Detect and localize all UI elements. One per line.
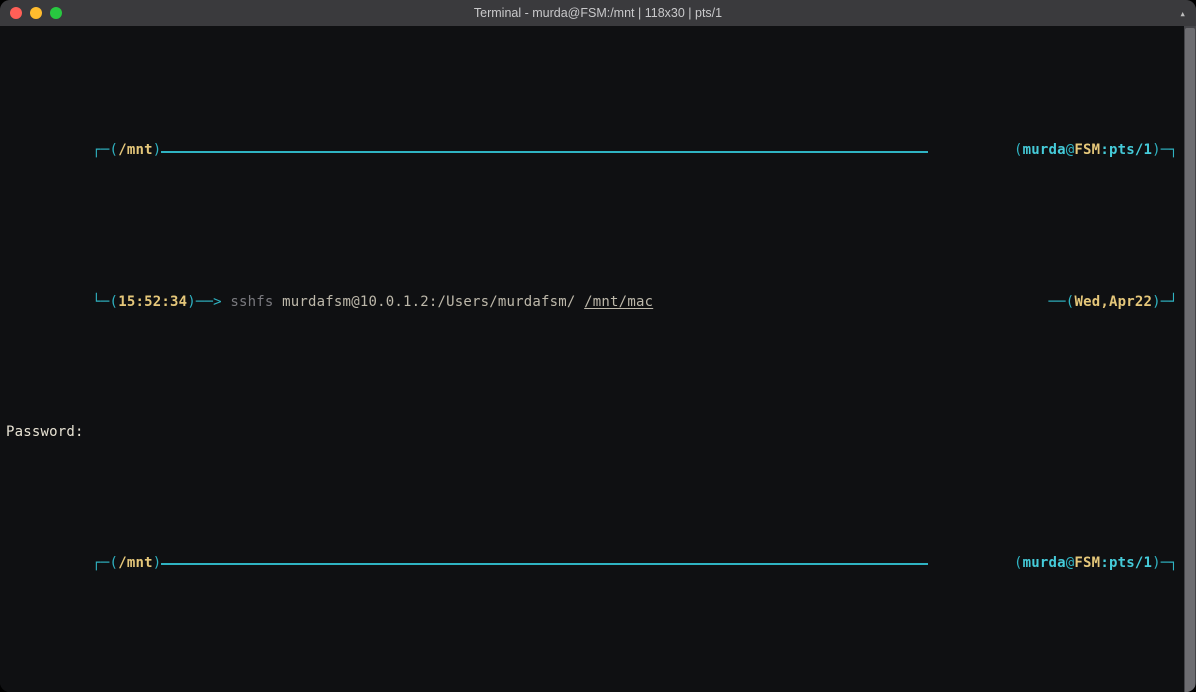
terminal-body[interactable]: ┌─(/mnt) (murda@FSM:pts/1)─┐ └─(15:52:34… xyxy=(0,26,1184,692)
box-open: ( xyxy=(1014,555,1023,571)
prompt2-bottom: └─(15:53:24)──> ──(Wed,Apr22)─┘ xyxy=(6,683,1178,692)
host: FSM xyxy=(1074,142,1100,158)
time: 15:52:34 xyxy=(118,294,187,310)
box-corner: )─┘ xyxy=(1152,294,1178,310)
scrollbar-thumb[interactable] xyxy=(1185,28,1195,692)
arrow: )──> xyxy=(187,294,230,310)
box-line xyxy=(161,563,927,565)
cwd: /mnt xyxy=(118,555,153,571)
box-open: ( xyxy=(1014,142,1023,158)
host: FSM xyxy=(1074,555,1100,571)
terminal-body-wrap: ┌─(/mnt) (murda@FSM:pts/1)─┐ └─(15:52:34… xyxy=(0,26,1196,692)
tty: pts/1 xyxy=(1109,555,1152,571)
box-corner: ┌─( xyxy=(92,555,118,571)
box-close: ) xyxy=(153,555,162,571)
box-open: ──( xyxy=(1049,294,1075,310)
command-arg-path: /mnt/mac xyxy=(584,294,653,310)
box-close: ) xyxy=(153,142,162,158)
user: murda xyxy=(1023,555,1066,571)
tty: pts/1 xyxy=(1109,142,1152,158)
box-corner: ┌─( xyxy=(92,142,118,158)
prompt1-bottom: └─(15:52:34)──> sshfs murdafsm@10.0.1.2:… xyxy=(6,271,1178,336)
prompt1-top: ┌─(/mnt) (murda@FSM:pts/1)─┐ xyxy=(6,119,1178,184)
close-icon[interactable] xyxy=(10,7,22,19)
command-args: murdafsm@10.0.1.2:/Users/murdafsm/ xyxy=(274,294,585,310)
minimize-icon[interactable] xyxy=(30,7,42,19)
scrollbar[interactable] xyxy=(1184,26,1196,692)
date: Wed,Apr22 xyxy=(1074,294,1152,310)
box-corner: )─┐ xyxy=(1152,142,1178,158)
sep: : xyxy=(1100,142,1109,158)
window-title: Terminal - murda@FSM:/mnt | 118x30 | pts… xyxy=(0,6,1196,20)
prompt2-top: ┌─(/mnt) (murda@FSM:pts/1)─┐ xyxy=(6,531,1178,596)
cwd: /mnt xyxy=(118,142,153,158)
box-corner: └─( xyxy=(92,294,118,310)
box-line xyxy=(161,151,927,153)
titlebar-menu-icon[interactable]: ▴ xyxy=(1179,7,1186,20)
user: murda xyxy=(1023,142,1066,158)
zoom-icon[interactable] xyxy=(50,7,62,19)
command: sshfs xyxy=(230,294,273,310)
box-corner: )─┐ xyxy=(1152,555,1178,571)
titlebar[interactable]: Terminal - murda@FSM:/mnt | 118x30 | pts… xyxy=(0,0,1196,26)
output-line: Password: xyxy=(6,422,1178,444)
terminal-window: Terminal - murda@FSM:/mnt | 118x30 | pts… xyxy=(0,0,1196,692)
sep: : xyxy=(1100,555,1109,571)
traffic-lights xyxy=(10,7,62,19)
